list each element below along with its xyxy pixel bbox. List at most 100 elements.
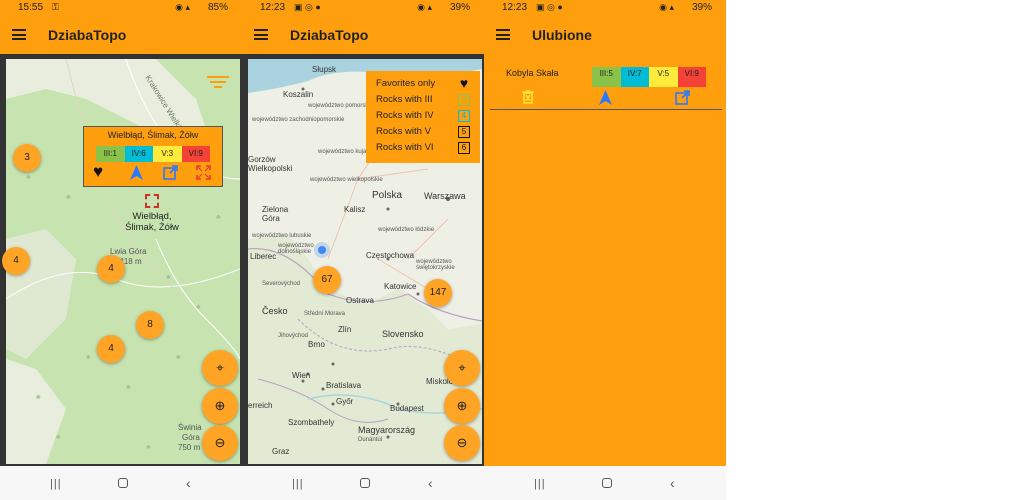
filter-grade-4[interactable]: Rocks with IV 4 [366, 108, 480, 124]
back-icon[interactable]: ‹ [670, 475, 675, 491]
status-notification-icons: ▣ ◎ ● [294, 2, 321, 12]
map-label-brno: Brno [308, 340, 325, 349]
filter-grade-5[interactable]: Rocks with V 5 [366, 124, 480, 140]
status-battery: 85% [207, 2, 228, 13]
navigate-icon[interactable] [130, 165, 143, 180]
svg-text:♣: ♣ [176, 354, 181, 361]
open-external-icon[interactable] [675, 90, 690, 105]
map-label-peak: Lwia Góra [110, 247, 147, 256]
status-battery: 39% [449, 2, 470, 13]
map-label-szombathely: Szombathely [288, 418, 335, 427]
home-icon[interactable] [360, 478, 370, 488]
cluster-marker[interactable]: 4 [2, 247, 30, 275]
recent-apps-icon[interactable]: ||| [292, 478, 304, 490]
heart-icon[interactable]: ♥ [93, 162, 103, 182]
grade-bar: III:5 IV:7 V:5 VI:9 [592, 67, 706, 87]
zoom-in-button[interactable]: ⊕ [444, 388, 480, 424]
app-bar: DziabaTopo [242, 16, 484, 54]
filter-label: Rocks with V [376, 126, 431, 137]
map-label-zielona: Zielona Góra [262, 205, 289, 223]
navigate-icon[interactable] [599, 90, 612, 105]
filter-grade-6[interactable]: Rocks with VI 6 [366, 140, 480, 156]
map-label-jihovychod: Jihovýchod [278, 333, 309, 339]
grade-3-icon[interactable]: 3 [458, 94, 470, 106]
map-label-magyarorszag: Magyarország [358, 425, 416, 435]
map-label-severovychod: Severovýchod [262, 281, 301, 287]
screen-map-overview: 12:23 ▣ ◎ ● ◉ ▴ 39% DziabaTopo Słupsk Ko… [242, 0, 484, 500]
expand-icon[interactable] [196, 165, 211, 180]
filter-label: Rocks with IV [376, 110, 434, 121]
home-icon[interactable] [602, 478, 612, 488]
grade-v: V:5 [649, 67, 678, 87]
cluster-marker[interactable]: 3 [13, 144, 41, 172]
map-label-wielkopolskie: województwo wielkopolskie [310, 177, 383, 183]
cluster-marker[interactable]: 4 [97, 335, 125, 363]
app-title: DziabaTopo [48, 27, 127, 43]
map-label-cesko: Česko [262, 306, 288, 316]
filter-label: Rocks with VI [376, 142, 434, 153]
cluster-marker[interactable]: 67 [313, 266, 341, 294]
status-key-icon: ⚿ [52, 2, 59, 12]
recent-apps-icon[interactable]: ||| [50, 478, 62, 490]
menu-icon[interactable] [496, 29, 510, 40]
map-label-slupsk: Słupsk [312, 65, 337, 74]
map-label-zachodnio: województwo zachodniopomorskie [252, 117, 345, 123]
screen-map-detail: 15:55 ⚿ ◉ ▴ 85% DziabaTopo ♣ ♣ ♣ ♣ ♣ ♣ ♣ ♣ ♣ ♣… [0, 0, 242, 500]
grade-6-icon[interactable]: 6 [458, 142, 470, 154]
map-label-bratislava: Bratislava [326, 381, 362, 390]
filter-label: Rocks with III [376, 94, 433, 105]
app-bar: Ulubione [484, 16, 726, 54]
map-label-lodzkie: województwo łódzkie [378, 227, 435, 233]
open-external-icon[interactable] [163, 165, 178, 180]
map-label-polska: Polska [372, 190, 403, 201]
back-icon[interactable]: ‹ [428, 475, 433, 491]
filter-icon[interactable] [207, 76, 229, 90]
cluster-marker[interactable]: 4 [97, 255, 125, 283]
zoom-in-button[interactable]: ⊕ [202, 388, 238, 424]
map-label-czestochowa: Częstochowa [366, 251, 415, 260]
svg-text:♣: ♣ [86, 354, 91, 361]
map-label-peak2: Świnia [178, 423, 202, 432]
selected-rock-marker[interactable] [145, 194, 159, 208]
cluster-marker[interactable]: 147 [424, 279, 452, 307]
grade-iii: III:1 [96, 146, 125, 162]
zoom-out-button[interactable]: ⊖ [444, 425, 480, 461]
map-label-pomorskie: województwo pomorskie [308, 103, 374, 109]
recent-apps-icon[interactable]: ||| [534, 478, 546, 490]
svg-text:♣: ♣ [126, 384, 131, 391]
system-nav-bar: ||| ‹ [242, 466, 484, 500]
home-icon[interactable] [118, 478, 128, 488]
delete-icon[interactable] [522, 90, 534, 104]
status-wifi-icon: ◉ ▴ [659, 2, 674, 12]
grade-4-icon[interactable]: 4 [458, 110, 470, 122]
svg-text:♣: ♣ [196, 304, 201, 311]
svg-text:♣: ♣ [36, 394, 41, 401]
my-location-button[interactable]: ⌖ [444, 350, 480, 386]
grade-vi: VI:9 [181, 146, 210, 162]
menu-icon[interactable] [254, 29, 268, 40]
map-label-gorzow: Gorzów Wielkopolski [248, 155, 293, 173]
favorite-name: Kobyla Skała [506, 68, 559, 78]
my-location-button[interactable]: ⌖ [202, 350, 238, 386]
heart-icon[interactable]: ♥ [458, 76, 470, 90]
map-label-koszalin: Koszalin [283, 90, 314, 99]
map-label-warszawa: Warszawa [424, 191, 466, 201]
menu-icon[interactable] [12, 29, 26, 40]
map-label-wien: Wien [292, 371, 311, 380]
map-label-stredni: Střední Morava [304, 311, 346, 317]
status-bar: 12:23 ▣ ◎ ● ◉ ▴ 39% [242, 0, 484, 16]
svg-text:♣: ♣ [26, 174, 31, 181]
status-bar: 15:55 ⚿ ◉ ▴ 85% [0, 0, 242, 16]
svg-text:♣: ♣ [56, 434, 61, 441]
marker-label: Wielbłąd, Ślimak, Żółw [125, 211, 179, 233]
list-item[interactable]: Kobyla Skała III:5 IV:7 V:5 VI:9 [490, 64, 722, 110]
cluster-marker[interactable]: 8 [136, 311, 164, 339]
grade-5-icon[interactable]: 5 [458, 126, 470, 138]
app-title: DziabaTopo [290, 27, 369, 43]
map-label-graz: Graz [272, 447, 290, 456]
map-label-slovensko: Slovensko [382, 329, 424, 339]
zoom-out-button[interactable]: ⊖ [202, 425, 238, 461]
filter-grade-3[interactable]: Rocks with III 3 [366, 92, 480, 108]
filter-favorites[interactable]: Favorites only ♥ [366, 76, 480, 92]
back-icon[interactable]: ‹ [186, 475, 191, 491]
